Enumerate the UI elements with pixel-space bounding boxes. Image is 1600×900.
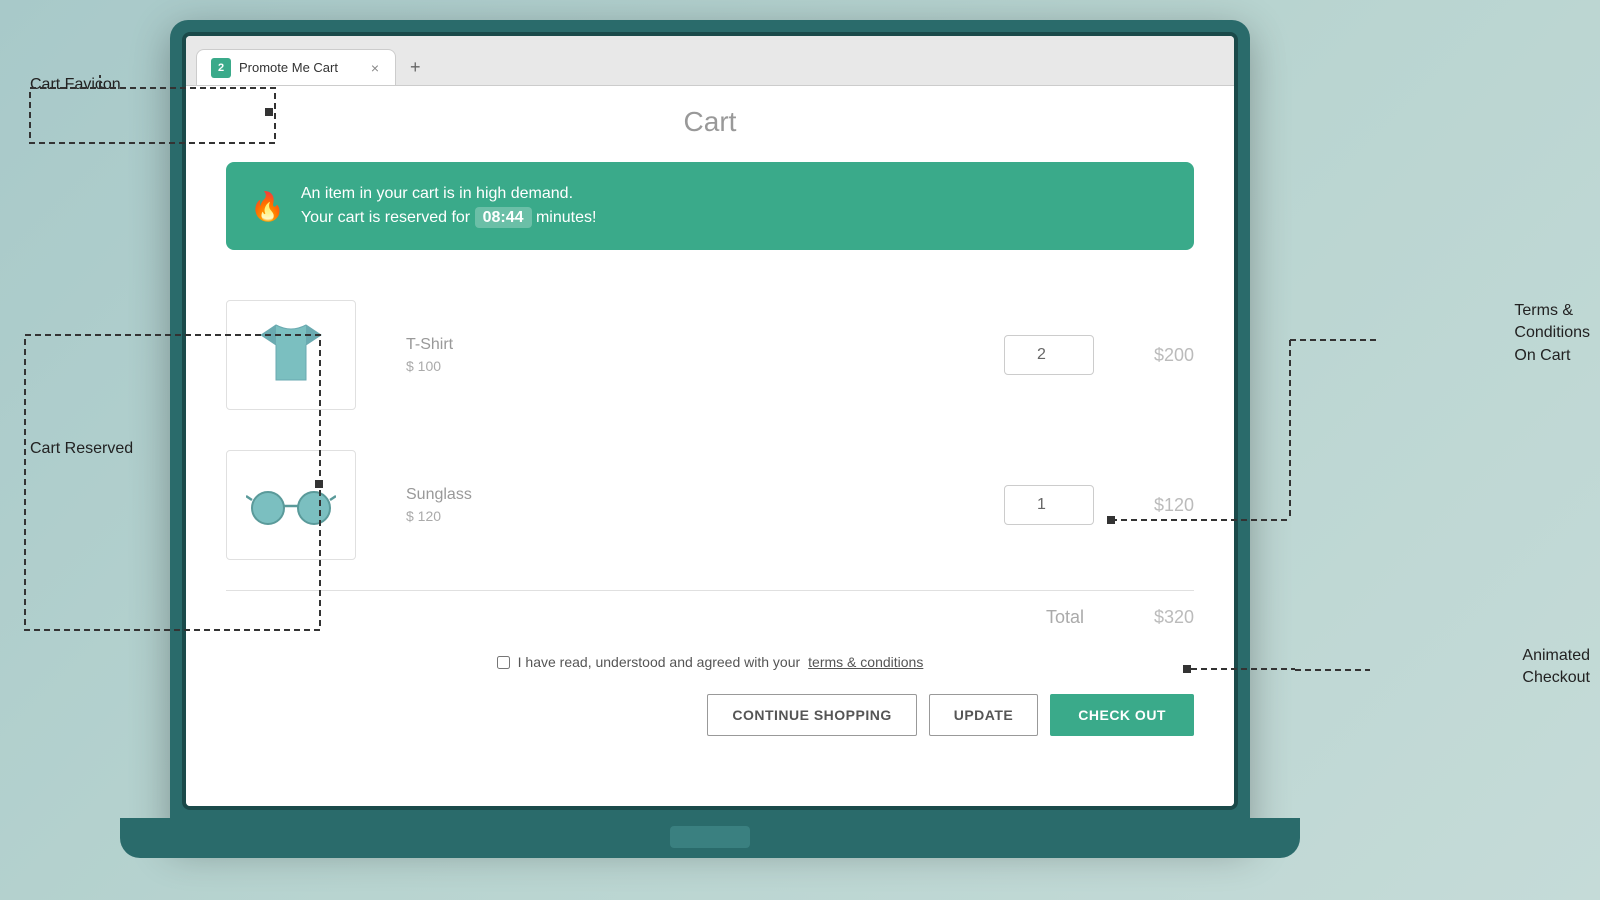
screen-bezel: 2 Promote Me Cart × + Cart 🔥 An item in … xyxy=(182,32,1238,810)
tshirt-name: T-Shirt xyxy=(406,336,974,354)
tshirt-quantity-input[interactable] xyxy=(1004,335,1094,375)
tab-bar: 2 Promote Me Cart × + xyxy=(196,36,1224,85)
alert-text: An item in your cart is in high demand. … xyxy=(301,182,597,230)
cart-item-tshirt: T-Shirt $ 100 $200 xyxy=(226,280,1194,430)
tab-title: Promote Me Cart xyxy=(239,60,361,75)
continue-shopping-button[interactable]: CONTINUE SHOPPING xyxy=(707,694,916,736)
laptop-base xyxy=(120,818,1300,858)
page-content: Cart 🔥 An item in your cart is in high d… xyxy=(186,86,1234,806)
laptop-screen: 2 Promote Me Cart × + Cart 🔥 An item in … xyxy=(186,36,1234,806)
sunglass-total: $120 xyxy=(1124,495,1194,516)
terms-checkbox[interactable] xyxy=(497,656,510,669)
tshirt-price: $ 100 xyxy=(406,358,974,374)
tab-favicon: 2 xyxy=(211,58,231,78)
annotation-cart-reserved: Cart Reserved xyxy=(30,440,133,458)
alert-line1: An item in your cart is in high demand. xyxy=(301,182,597,206)
new-tab-button[interactable]: + xyxy=(396,49,435,85)
sunglass-info: Sunglass $ 120 xyxy=(386,486,974,524)
tshirt-info: T-Shirt $ 100 xyxy=(386,336,974,374)
timer-display: 08:44 xyxy=(475,207,532,228)
fire-icon: 🔥 xyxy=(250,190,285,223)
browser-chrome: 2 Promote Me Cart × + xyxy=(186,36,1234,86)
checkout-button[interactable]: CHECK OUT xyxy=(1050,694,1194,736)
tshirt-image xyxy=(226,300,356,410)
action-buttons: CONTINUE SHOPPING UPDATE CHECK OUT xyxy=(226,690,1194,736)
tshirt-svg xyxy=(251,315,331,395)
sunglass-quantity-input[interactable] xyxy=(1004,485,1094,525)
annotation-terms-conditions: Terms &ConditionsOn Cart xyxy=(1514,300,1590,367)
annotation-animated-checkout: AnimatedCheckout xyxy=(1522,645,1590,690)
sunglass-svg xyxy=(246,480,336,530)
total-amount: $320 xyxy=(1124,607,1194,628)
terms-row: I have read, understood and agreed with … xyxy=(226,644,1194,690)
alert-line2-prefix: Your cart is reserved for xyxy=(301,209,475,226)
terms-link[interactable]: terms & conditions xyxy=(808,654,923,670)
sunglass-image xyxy=(226,450,356,560)
alert-line2: Your cart is reserved for 08:44 minutes! xyxy=(301,206,597,230)
cart-item-sunglass: Sunglass $ 120 $120 xyxy=(226,430,1194,580)
alert-line2-suffix: minutes! xyxy=(532,209,597,226)
alert-banner: 🔥 An item in your cart is in high demand… xyxy=(226,162,1194,250)
annotation-cart-favicon: Cart Favicon xyxy=(30,75,121,96)
total-label: Total xyxy=(1046,607,1084,628)
cart-items-list: T-Shirt $ 100 $200 xyxy=(226,280,1194,590)
laptop-body: 2 Promote Me Cart × + Cart 🔥 An item in … xyxy=(170,20,1250,840)
tshirt-total: $200 xyxy=(1124,345,1194,366)
sunglass-price: $ 120 xyxy=(406,508,974,524)
total-row: Total $320 xyxy=(226,591,1194,644)
terms-text: I have read, understood and agreed with … xyxy=(518,654,801,670)
active-tab[interactable]: 2 Promote Me Cart × xyxy=(196,49,396,85)
laptop-trackpad xyxy=(670,826,750,848)
tab-close-button[interactable]: × xyxy=(369,58,381,78)
page-title: Cart xyxy=(226,106,1194,138)
update-button[interactable]: UPDATE xyxy=(929,694,1039,736)
sunglass-name: Sunglass xyxy=(406,486,974,504)
